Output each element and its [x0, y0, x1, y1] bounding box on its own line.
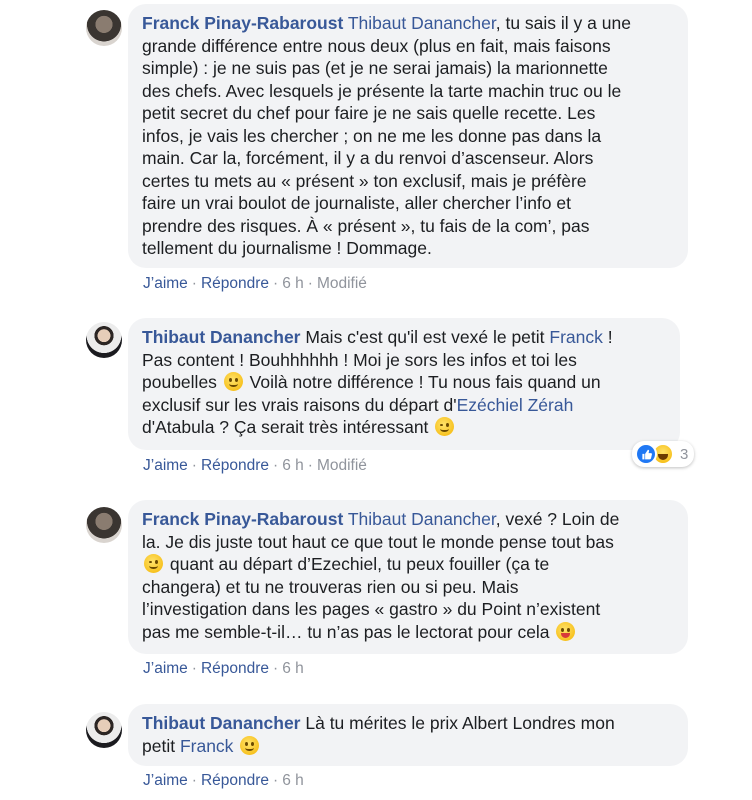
author-name[interactable]: Franck Pinay-Rabaroust	[142, 509, 343, 529]
reply-link[interactable]: Répondre	[201, 772, 269, 789]
avatar[interactable]	[86, 10, 122, 46]
comment-actions: J’aime · Répondre · 6 h	[143, 660, 304, 677]
comment-text: Là tu mérites le prix Albert Londres mon	[300, 713, 615, 733]
mention-link[interactable]: Franck	[180, 736, 233, 756]
reaction-count: 3	[680, 445, 689, 463]
comment-text: des chefs. Avec lesquels je présente la …	[142, 80, 622, 101]
like-link[interactable]: J’aime	[143, 772, 188, 789]
like-reaction-icon	[635, 443, 657, 465]
wink-emoji-icon	[144, 554, 163, 573]
mention-link[interactable]: Franck	[549, 327, 602, 347]
timestamp[interactable]: 6 h	[282, 772, 304, 789]
timestamp[interactable]: 6 h	[282, 275, 304, 292]
comment-text: changera) et tu ne trouveras rien ou si …	[142, 576, 519, 597]
mention-link[interactable]: Thibaut Danancher	[348, 509, 496, 529]
avatar[interactable]	[86, 322, 122, 358]
like-link[interactable]: J’aime	[143, 275, 188, 292]
wink-emoji-icon	[435, 417, 455, 436]
edited-label[interactable]: Modifié	[317, 275, 367, 292]
reactions-summary[interactable]: 3	[632, 441, 695, 467]
comment-text: , tu sais il y a une	[495, 13, 631, 33]
tongue-emoji-icon	[556, 621, 576, 641]
comment-actions: J’aime · Répondre · 6 h	[143, 772, 304, 789]
comment-text: , vexé ? Loin de	[495, 509, 620, 529]
edited-label[interactable]: Modifié	[317, 457, 367, 474]
avatar[interactable]	[86, 507, 122, 543]
smile-emoji-icon	[240, 735, 260, 755]
like-link[interactable]: J’aime	[143, 457, 188, 474]
mention-link[interactable]: Thibaut Danancher	[348, 13, 496, 33]
comment-text: faire un vrai boulot de journaliste, all…	[142, 193, 571, 213]
comment-text: !	[602, 327, 613, 347]
comment-text: Voilà notre différence ! Tu nous fais qu…	[244, 372, 601, 392]
comment-text: poubelles	[142, 372, 222, 392]
like-link[interactable]: J’aime	[143, 660, 188, 677]
comment-text: la. Je dis juste tout haut ce que tout l…	[142, 531, 614, 552]
timestamp[interactable]: 6 h	[282, 660, 304, 677]
comment-actions: J’aime · Répondre · 6 h · Modifié	[143, 457, 367, 474]
comment-text: quant au départ d’Ezechiel, tu peux foui…	[165, 554, 550, 574]
comment-text: l’investigation dans les pages « gastro …	[142, 599, 601, 619]
comment-text: prendre des risques. À « présent », tu f…	[142, 215, 590, 236]
comment-text: infos, je vais les chercher ; on ne me l…	[142, 125, 602, 146]
author-name[interactable]: Thibaut Danancher	[142, 713, 301, 733]
comment-text: tellement du journalisme ! Dommage.	[142, 238, 432, 258]
reply-link[interactable]: Répondre	[201, 660, 269, 677]
reply-link[interactable]: Répondre	[201, 457, 269, 474]
comment-bubble: Thibaut Danancher Mais c'est qu'il est v…	[128, 318, 680, 450]
author-name[interactable]: Thibaut Danancher	[142, 327, 301, 347]
comment-text: petit secret du chef pour faire je ne sa…	[142, 103, 596, 123]
comment-bubble: Franck Pinay-Rabaroust Thibaut Danancher…	[128, 4, 688, 268]
comment-text: main. Car la, forcément, il y a du renvo…	[142, 148, 594, 168]
comment-text: d'Atabula ? Ça serait très intéressant	[142, 417, 434, 437]
comment-bubble: Franck Pinay-Rabaroust Thibaut Danancher…	[128, 500, 688, 654]
comment-bubble: Thibaut Danancher Là tu mérites le prix …	[128, 704, 688, 766]
comment-text: simple) : je ne suis pas (et je ne serai…	[142, 58, 608, 78]
comment-text: Pas content ! Bouhhhhhh ! Moi je sors le…	[142, 349, 577, 370]
comment-text: certes tu mets au « présent » ton exclus…	[142, 170, 587, 191]
avatar[interactable]	[86, 712, 122, 748]
author-name[interactable]: Franck Pinay-Rabaroust	[142, 13, 343, 33]
comment-text: Mais c'est qu'il est vexé le petit	[305, 327, 550, 347]
reply-link[interactable]: Répondre	[201, 275, 269, 292]
comment-actions: J’aime · Répondre · 6 h · Modifié	[143, 275, 367, 292]
mention-link[interactable]: Ezéchiel Zérah	[457, 395, 574, 415]
comment-text: petit	[142, 735, 180, 756]
smile-emoji-icon	[223, 372, 243, 391]
timestamp[interactable]: 6 h	[282, 457, 304, 474]
comment-text: exclusif sur les vrais raisons du départ…	[142, 394, 457, 415]
comment-text: pas me semble-t-il… tu n’as pas le lecto…	[142, 621, 555, 642]
comment-text: grande différence entre nous deux (plus …	[142, 35, 611, 56]
